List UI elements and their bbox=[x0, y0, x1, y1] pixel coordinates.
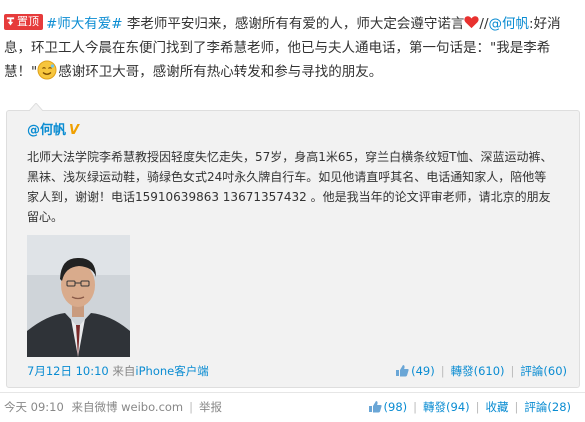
repost-box: @何帆 V 北师大法学院李希慧教授因轻度失忆走失，57岁，身高1米65，穿兰白横条… bbox=[6, 103, 580, 388]
post-time-link[interactable]: 今天 09:10 bbox=[4, 400, 64, 414]
original-repost-button[interactable]: 轉發(610) bbox=[451, 364, 505, 378]
original-like-button[interactable]: (49) bbox=[395, 364, 435, 378]
like-button[interactable]: (98) bbox=[368, 400, 408, 414]
original-source-prefix: 来自 bbox=[112, 364, 136, 378]
topic-link[interactable]: #师大有爱# bbox=[46, 16, 123, 32]
original-photo[interactable] bbox=[27, 235, 130, 357]
repost-box-pointer bbox=[29, 103, 43, 111]
comment-button[interactable]: 評論(28) bbox=[524, 400, 571, 414]
original-actions: (49) | 轉發(610) | 評論(60) bbox=[395, 363, 567, 379]
footer-divider bbox=[0, 392, 585, 393]
original-author-link[interactable]: @何帆 bbox=[27, 123, 66, 138]
post-source-prefix: 来自 bbox=[71, 400, 95, 414]
thumbs-up-icon bbox=[396, 365, 409, 377]
post-actions: (98) | 轉發(94) | 收藏 | 評論(28) bbox=[368, 399, 571, 415]
thumbs-up-icon bbox=[368, 401, 382, 413]
report-link[interactable]: 举报 bbox=[199, 400, 222, 414]
repost-button[interactable]: 轉發(94) bbox=[423, 400, 470, 414]
verified-badge: V bbox=[69, 123, 80, 138]
original-text: 北师大法学院李希慧教授因轻度失忆走失，57岁，身高1米65，穿兰白横条纹短T恤、… bbox=[27, 150, 553, 224]
post-thanks: 感谢环卫大哥，感谢所有热心转发和参与寻找的朋友。 bbox=[58, 64, 383, 80]
post-source-link[interactable]: 微博 weibo.com bbox=[94, 400, 183, 414]
mention-link[interactable]: @何帆 bbox=[489, 16, 530, 32]
original-time-link[interactable]: 7月12日 10:10 bbox=[27, 364, 109, 378]
smiley-icon bbox=[37, 60, 57, 80]
portrait-image bbox=[27, 235, 130, 357]
original-meta: 7月12日 10:10 来自iPhone客户端 bbox=[27, 363, 209, 379]
original-comment-button[interactable]: 評論(60) bbox=[520, 364, 567, 378]
original-author: @何帆 V bbox=[27, 119, 79, 138]
repost-separator: // bbox=[479, 16, 489, 32]
like-count: (98) bbox=[383, 400, 408, 414]
heart-icon bbox=[464, 16, 480, 29]
post-line1: 李老师平安归来，感谢所有有爱的人，师大定会遵守诺言 bbox=[126, 16, 465, 32]
pin-icon bbox=[6, 17, 15, 26]
pinned-label: 置顶 bbox=[17, 15, 39, 28]
original-source-link[interactable]: iPhone客户端 bbox=[135, 364, 208, 378]
pinned-badge: 置顶 bbox=[4, 14, 43, 30]
original-like-count: (49) bbox=[411, 364, 435, 378]
post-text: 置顶 #师大有爱# 李老师平安归来，感谢所有有爱的人，师大定会遵守诺言//@何帆:… bbox=[4, 12, 579, 84]
post-meta: 今天 09:10 来自微博 weibo.com | 举报 bbox=[4, 400, 223, 414]
favorite-button[interactable]: 收藏 bbox=[486, 400, 509, 414]
